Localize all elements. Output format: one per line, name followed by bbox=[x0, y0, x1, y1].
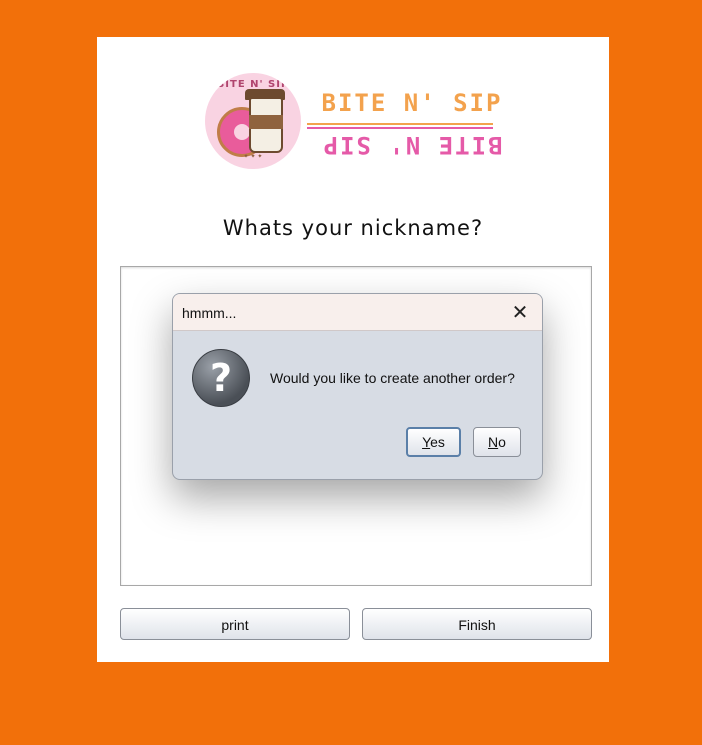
finish-button[interactable]: Finish bbox=[362, 608, 592, 640]
no-label-rest: o bbox=[498, 434, 506, 450]
print-button[interactable]: print bbox=[120, 608, 350, 640]
dialog-title-bar[interactable]: hmmm... ✕ bbox=[173, 294, 542, 331]
coffee-sleeve-icon bbox=[249, 115, 283, 129]
badge-bottom-text: ✦ ✦ ✦ bbox=[243, 153, 263, 160]
nickname-question: Whats your nickname? bbox=[222, 216, 484, 240]
yes-label-rest: es bbox=[430, 434, 445, 450]
brand-name: BITE N' SIP bbox=[321, 89, 503, 117]
no-button[interactable]: No bbox=[473, 427, 521, 457]
dialog-title: hmmm... bbox=[182, 305, 237, 321]
brand-name-mirrored: BITE N' SIP bbox=[321, 131, 503, 159]
yes-mnemonic: Y bbox=[422, 434, 431, 450]
no-mnemonic: N bbox=[488, 434, 499, 450]
question-icon: ? bbox=[192, 349, 250, 407]
dialog-message: Would you like to create another order? bbox=[270, 370, 515, 386]
confirm-dialog: hmmm... ✕ ? Would you like to create ano… bbox=[172, 293, 543, 480]
close-icon[interactable]: ✕ bbox=[510, 302, 530, 322]
brand-divider-pink bbox=[307, 127, 493, 129]
bite-n-sip-logo: BITE N' SIP ✦ ✦ ✦ BITE N' SIP BITE N' SI… bbox=[205, 73, 502, 173]
yes-button[interactable]: Yes bbox=[406, 427, 461, 457]
logo-badge: BITE N' SIP ✦ ✦ ✦ bbox=[205, 73, 301, 169]
brand-divider-orange bbox=[307, 123, 493, 125]
